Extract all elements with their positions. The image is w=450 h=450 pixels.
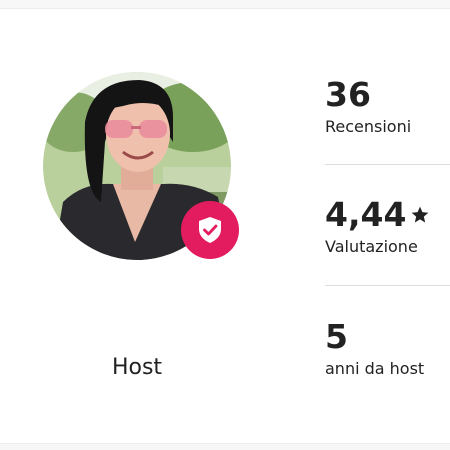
rating-value: 4,44 [325, 195, 407, 234]
reviews-count: 36 [325, 75, 371, 114]
divider [325, 285, 450, 286]
reviews-label: Recensioni [325, 117, 412, 136]
stat-rating: 4,44 Valutazione [325, 195, 450, 257]
verified-badge [181, 201, 239, 259]
host-role-label: Host [111, 355, 163, 380]
host-profile-card: Host 36 Recensioni 4,44 Valutazione 5 an… [0, 8, 450, 444]
rating-value-row: 4,44 [325, 195, 450, 235]
years-count: 5 [325, 317, 348, 356]
star-icon [412, 206, 429, 223]
years-label: anni da host [325, 359, 425, 378]
avatar-container [43, 72, 239, 260]
stat-years-hosting: 5 anni da host [325, 317, 450, 379]
stat-reviews[interactable]: 36 Recensioni [325, 75, 450, 137]
divider [325, 164, 450, 165]
rating-label: Valutazione [325, 237, 418, 256]
verified-shield-icon [199, 217, 221, 243]
